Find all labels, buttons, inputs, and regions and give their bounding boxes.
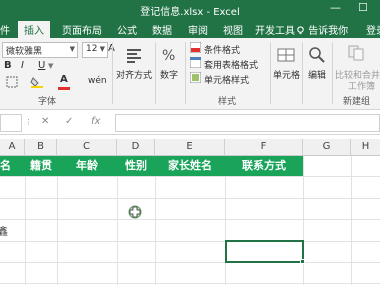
fill-color-icon[interactable]: [30, 76, 44, 88]
underline-button[interactable]: U: [38, 60, 45, 71]
grid-line: [0, 219, 380, 220]
tab-view[interactable]: 视图: [223, 22, 243, 37]
column-header-b[interactable]: B: [25, 139, 57, 156]
column-header-f[interactable]: F: [225, 139, 303, 156]
table-format-icon: [190, 57, 201, 68]
number-button[interactable]: 数字: [160, 68, 178, 81]
cancel-button[interactable]: ✕: [41, 116, 49, 127]
font-name-value: 微软雅黑: [6, 47, 43, 57]
new-group-label: 新建组: [343, 97, 371, 107]
insert-function-button[interactable]: fx: [91, 116, 100, 127]
window-title: 登记信息.xlsx - Excel: [140, 7, 240, 18]
formula-bar: ⋮ ✕ ✓ fx: [0, 111, 380, 135]
cell-cursor-icon: [128, 205, 142, 219]
ribbon: 微软雅黑 ▼ 12 ▼ A B I U ▼ A wén 字体 对齐方式 % 数字…: [0, 38, 380, 110]
group-divider: [112, 42, 113, 104]
partial-cell-text[interactable]: 鑫: [0, 223, 8, 238]
tab-review[interactable]: 审阅: [188, 22, 208, 37]
login-link[interactable]: 登录: [366, 22, 380, 37]
grid-line: [0, 176, 380, 177]
font-color-button[interactable]: A: [60, 74, 68, 85]
italic-button[interactable]: I: [21, 60, 24, 71]
header-cell-parent-name[interactable]: 家长姓名: [155, 156, 225, 176]
svg-text:%: %: [162, 48, 175, 64]
name-box[interactable]: [0, 114, 22, 132]
tab-page-layout[interactable]: 页面布局: [62, 22, 102, 37]
font-color-swatch: [58, 87, 70, 90]
cells-icon[interactable]: [277, 46, 295, 64]
tab-file[interactable]: 件: [0, 22, 10, 37]
align-icon[interactable]: [125, 46, 143, 64]
group-divider: [270, 42, 271, 104]
cell-styles-button[interactable]: 单元格样式: [204, 73, 249, 86]
header-cell-hometown[interactable]: 籍贯: [25, 156, 57, 176]
search-icon[interactable]: [308, 46, 326, 64]
column-header-h[interactable]: H: [351, 139, 380, 156]
minimize-button[interactable]: —: [330, 1, 341, 14]
grid-line: [0, 283, 380, 284]
fill-handle[interactable]: [300, 259, 305, 264]
tab-insert[interactable]: 插入: [18, 21, 50, 38]
chevron-down-icon: ▼: [69, 45, 75, 53]
grid-line: [0, 262, 380, 263]
tab-formulas[interactable]: 公式: [117, 22, 137, 37]
percent-icon[interactable]: %: [160, 46, 178, 64]
enter-button[interactable]: ✓: [65, 116, 73, 127]
worksheet-grid[interactable]: 名 籍贯 年龄 性别 家长姓名 联系方式 鑫: [0, 156, 380, 285]
bold-button[interactable]: B: [4, 60, 12, 71]
column-header-a[interactable]: A: [0, 139, 25, 156]
group-divider: [155, 42, 156, 104]
column-header-g[interactable]: G: [303, 139, 351, 156]
grid-line: [0, 198, 380, 199]
borders-icon[interactable]: [6, 76, 18, 88]
group-divider: [302, 42, 303, 104]
tab-data[interactable]: 数据: [152, 22, 172, 37]
cells-button[interactable]: 单元格: [273, 68, 300, 81]
ribbon-tabs: 件 插入 页面布局 公式 数据 审阅 视图 开发工具 告诉我你 登录: [0, 19, 380, 38]
font-group-label: 字体: [38, 97, 57, 107]
editing-button[interactable]: 编辑: [308, 68, 326, 81]
tell-me-box[interactable]: 告诉我你: [296, 22, 348, 37]
title-bar: 登记信息.xlsx - Excel — ☐: [0, 0, 380, 19]
group-divider: [332, 42, 333, 104]
chevron-down-icon: ▼: [48, 62, 54, 70]
grid-line: [0, 241, 380, 242]
styles-group-label: 样式: [218, 97, 237, 107]
conditional-format-icon: [190, 42, 201, 53]
font-name-select[interactable]: 微软雅黑 ▼: [2, 42, 78, 58]
column-headers: A B C D E F G H: [0, 139, 380, 156]
conditional-format-button[interactable]: 条件格式: [204, 43, 240, 56]
chevron-down-icon: ▼: [99, 45, 105, 53]
compare-merge-label-2: 工作簿: [348, 82, 376, 92]
header-cell-name[interactable]: 名: [0, 156, 25, 176]
font-size-select[interactable]: 12 ▼: [82, 42, 108, 58]
formula-input[interactable]: [115, 114, 380, 132]
phonetic-button[interactable]: wén: [88, 76, 107, 86]
font-size-value: 12: [86, 44, 98, 54]
group-divider: [185, 42, 186, 104]
column-header-d[interactable]: D: [117, 139, 155, 156]
column-header-e[interactable]: E: [155, 139, 225, 156]
table-header-row: 名 籍贯 年龄 性别 家长姓名 联系方式: [0, 156, 303, 176]
table-format-button[interactable]: 套用表格格式: [204, 58, 258, 71]
tab-developer[interactable]: 开发工具: [255, 22, 295, 37]
cell-styles-icon: [190, 72, 201, 83]
header-cell-age[interactable]: 年龄: [57, 156, 117, 176]
maximize-button[interactable]: ☐: [358, 1, 368, 14]
ellipsis-icon: ⋮: [25, 118, 32, 126]
tell-me-label: 告诉我你: [308, 26, 349, 37]
column-header-c[interactable]: C: [57, 139, 117, 156]
lightbulb-icon: [297, 26, 304, 35]
header-cell-gender[interactable]: 性别: [117, 156, 155, 176]
selected-cell[interactable]: [225, 240, 305, 264]
alignment-button[interactable]: 对齐方式: [116, 68, 152, 81]
header-cell-contact[interactable]: 联系方式: [225, 156, 303, 176]
formula-buttons: ✕ ✓ fx: [35, 114, 111, 132]
compare-merge-icon: [348, 45, 364, 61]
